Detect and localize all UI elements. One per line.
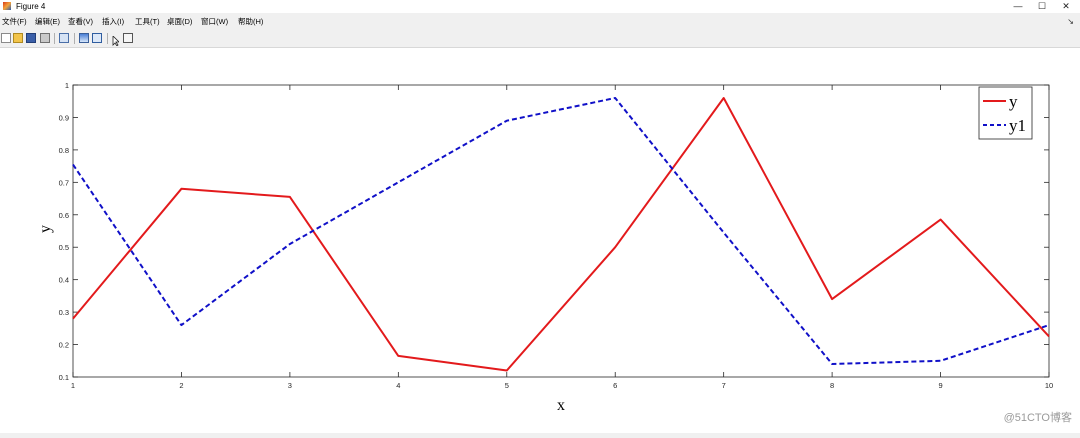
x-tick-label: 6 bbox=[613, 381, 617, 390]
y-tick-label: 0.7 bbox=[59, 178, 69, 187]
pointer-icon[interactable] bbox=[112, 33, 119, 43]
minimize-button[interactable]: — bbox=[1007, 0, 1029, 13]
toolbar-separator bbox=[74, 33, 75, 44]
legend: y y1 bbox=[979, 87, 1032, 139]
line-chart: 123456789100.10.20.30.40.50.60.70.80.91 … bbox=[0, 48, 1080, 433]
y-tick-label: 1 bbox=[65, 81, 69, 90]
x-tick-label: 1 bbox=[71, 381, 75, 390]
watermark: @51CTO博客 bbox=[1004, 409, 1072, 425]
save-icon[interactable] bbox=[26, 33, 36, 43]
x-tick-label: 9 bbox=[938, 381, 942, 390]
x-axis-label: x bbox=[557, 397, 565, 414]
y-tick-label: 0.6 bbox=[59, 211, 69, 220]
plot-tools-icon[interactable] bbox=[123, 33, 133, 43]
y-tick-label: 0.8 bbox=[59, 146, 69, 155]
legend-label-y: y bbox=[1009, 92, 1018, 111]
print-icon[interactable] bbox=[40, 33, 50, 43]
toolbar-separator bbox=[54, 33, 55, 44]
y-tick-label: 0.3 bbox=[59, 308, 69, 317]
y-axis-label: y bbox=[37, 225, 54, 233]
link-plot-icon[interactable] bbox=[59, 33, 69, 43]
menu-tools[interactable]: 工具(T) bbox=[135, 15, 160, 29]
dock-pin-icon[interactable]: ↘ bbox=[1067, 15, 1074, 29]
menu-insert[interactable]: 插入(I) bbox=[102, 15, 124, 29]
x-tick-label: 4 bbox=[396, 381, 400, 390]
y-tick-label: 0.2 bbox=[59, 341, 69, 350]
x-tick-label: 2 bbox=[179, 381, 183, 390]
colorbar-icon[interactable] bbox=[79, 33, 89, 43]
y-tick-label: 0.5 bbox=[59, 243, 69, 252]
figure-canvas: 123456789100.10.20.30.40.50.60.70.80.91 … bbox=[0, 48, 1080, 433]
menu-file[interactable]: 文件(F) bbox=[2, 15, 27, 29]
menu-bar: 文件(F) 编辑(E) 查看(V) 插入(I) 工具(T) 桌面(D) 窗口(W… bbox=[0, 15, 1080, 29]
y-tick-label: 0.9 bbox=[59, 113, 69, 122]
figure-toolbar bbox=[0, 30, 1080, 48]
x-tick-label: 3 bbox=[288, 381, 292, 390]
y-tick-label: 0.4 bbox=[59, 276, 69, 285]
title-bar: Figure 4 — ☐ ✕ bbox=[0, 0, 1080, 13]
x-tick-label: 8 bbox=[830, 381, 834, 390]
x-tick-label: 10 bbox=[1045, 381, 1053, 390]
new-figure-icon[interactable] bbox=[1, 33, 11, 43]
matlab-app-icon bbox=[3, 2, 11, 10]
axes-box bbox=[73, 85, 1049, 377]
menu-desktop[interactable]: 桌面(D) bbox=[167, 15, 192, 29]
y-tick-label: 0.1 bbox=[59, 373, 69, 382]
menu-window[interactable]: 窗口(W) bbox=[201, 15, 228, 29]
legend-label-y1: y1 bbox=[1009, 116, 1026, 135]
menu-edit[interactable]: 编辑(E) bbox=[35, 15, 60, 29]
close-button[interactable]: ✕ bbox=[1055, 0, 1077, 13]
x-tick-label: 5 bbox=[505, 381, 509, 390]
toolbar-separator bbox=[107, 33, 108, 44]
window-title: Figure 4 bbox=[16, 0, 45, 13]
x-tick-label: 7 bbox=[722, 381, 726, 390]
menu-view[interactable]: 查看(V) bbox=[68, 15, 93, 29]
open-file-icon[interactable] bbox=[13, 33, 23, 43]
maximize-button[interactable]: ☐ bbox=[1031, 0, 1053, 13]
legend-icon[interactable] bbox=[92, 33, 102, 43]
menu-help[interactable]: 帮助(H) bbox=[238, 15, 263, 29]
